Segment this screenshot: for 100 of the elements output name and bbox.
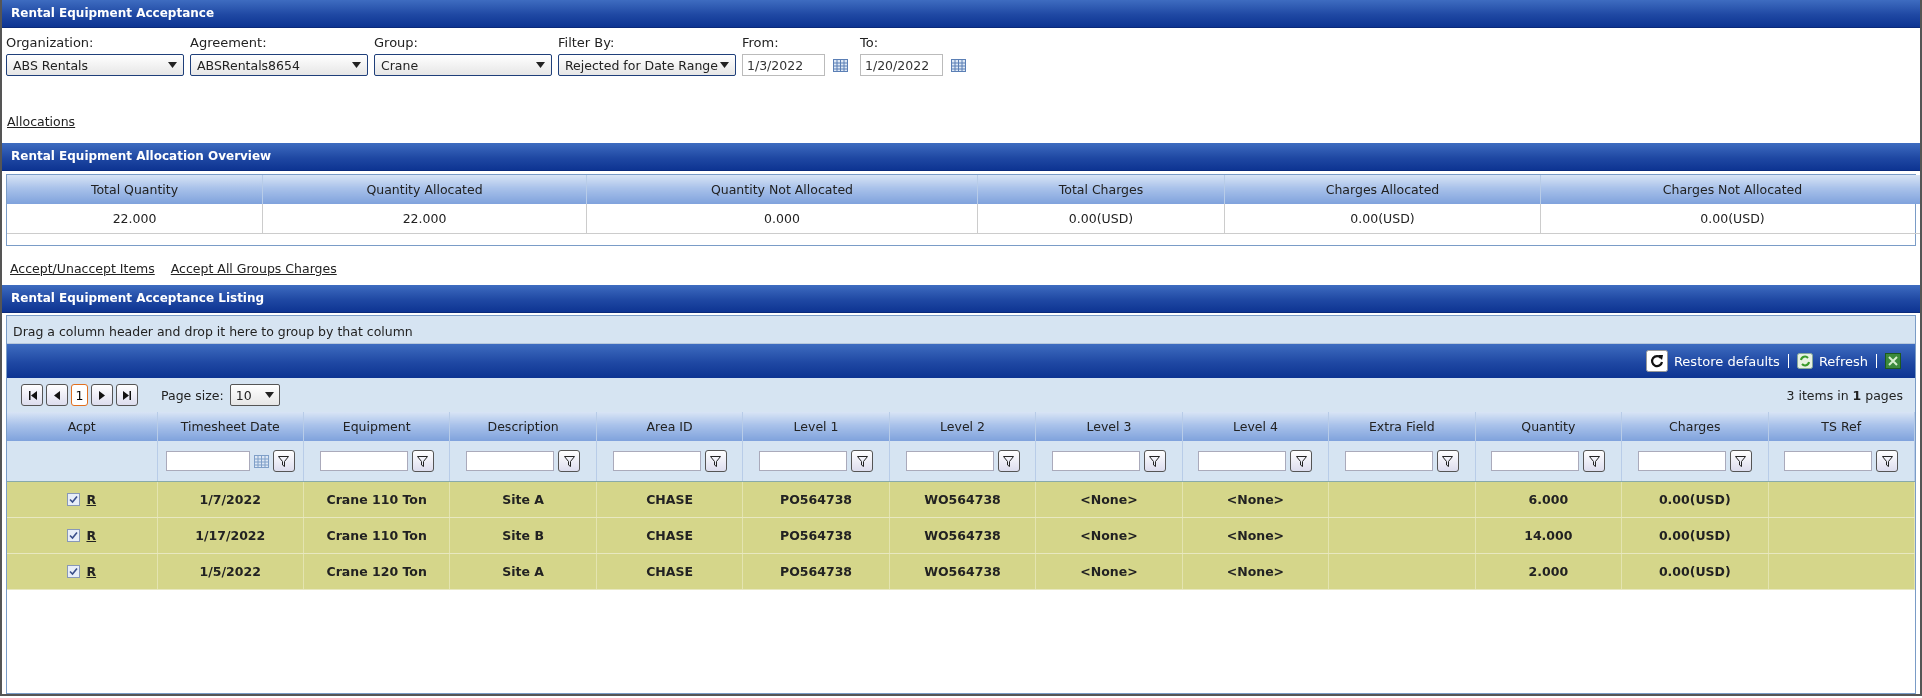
filter-field[interactable] bbox=[905, 451, 994, 471]
rejected-link[interactable]: R bbox=[86, 564, 97, 579]
filter-field[interactable] bbox=[466, 451, 555, 471]
action-link[interactable]: Accept/Unaccept Items bbox=[10, 261, 155, 276]
filter-button[interactable] bbox=[1143, 450, 1166, 472]
filter-field[interactable] bbox=[759, 451, 848, 471]
filter-field[interactable] bbox=[1637, 451, 1726, 471]
rejected-link[interactable]: R bbox=[86, 492, 97, 507]
filter-field[interactable] bbox=[319, 451, 408, 471]
dropdown[interactable]: ABS Rentals bbox=[6, 54, 184, 76]
checkbox[interactable] bbox=[67, 529, 81, 542]
table-cell: CHASE bbox=[596, 553, 743, 590]
calendar-icon[interactable] bbox=[833, 58, 848, 72]
restore-defaults-button[interactable]: Restore defaults bbox=[1645, 350, 1780, 372]
date-field[interactable]: 1/20/2022 bbox=[860, 54, 943, 76]
items-summary: 3 items in 1 pages bbox=[1786, 387, 1903, 403]
filter-button[interactable] bbox=[272, 450, 295, 472]
column-header[interactable]: Equipment bbox=[303, 412, 450, 441]
next-page-button[interactable] bbox=[91, 384, 113, 406]
filter-field[interactable] bbox=[612, 451, 701, 471]
column-header[interactable]: Acpt bbox=[7, 412, 157, 441]
table-cell: 0.00(USD) bbox=[977, 204, 1225, 234]
dropdown[interactable]: Crane bbox=[374, 54, 552, 76]
dropdown[interactable]: ABSRentals8654 bbox=[190, 54, 368, 76]
page-size-dropdown[interactable]: 10 bbox=[229, 384, 280, 406]
previous-page-button[interactable] bbox=[46, 384, 68, 406]
column-header: Charges Not Allocated bbox=[1540, 175, 1920, 204]
calendar-icon[interactable] bbox=[951, 58, 966, 72]
table-cell: 1/7/2022 bbox=[157, 481, 304, 518]
column-header[interactable]: Extra Field bbox=[1328, 412, 1476, 441]
filter-field[interactable] bbox=[1051, 451, 1140, 471]
column-header[interactable]: TS Ref bbox=[1768, 412, 1915, 441]
filter-label: Group: bbox=[374, 35, 419, 50]
filter-button[interactable] bbox=[411, 450, 434, 472]
filter-button[interactable] bbox=[997, 450, 1020, 472]
previous-icon bbox=[54, 390, 60, 400]
column-header[interactable]: Level 1 bbox=[742, 412, 890, 441]
filter-button[interactable] bbox=[851, 450, 874, 472]
filter-label: From: bbox=[742, 35, 780, 50]
filter-field[interactable] bbox=[1491, 451, 1580, 471]
first-page-button[interactable] bbox=[21, 384, 43, 406]
filter-field[interactable] bbox=[165, 451, 250, 471]
table-cell: CHASE bbox=[596, 481, 743, 518]
column-header[interactable]: Description bbox=[449, 412, 597, 441]
column-header[interactable]: Charges bbox=[1621, 412, 1768, 441]
column-header[interactable]: Level 4 bbox=[1182, 412, 1329, 441]
checkbox[interactable] bbox=[67, 493, 81, 506]
column-header[interactable]: Area ID bbox=[596, 412, 743, 441]
spreadsheet-icon[interactable] bbox=[1885, 353, 1901, 369]
filter-button[interactable] bbox=[704, 450, 727, 472]
filter-icon bbox=[1295, 455, 1307, 467]
checkbox[interactable] bbox=[67, 565, 81, 578]
filter-button[interactable] bbox=[558, 450, 581, 472]
caret-icon bbox=[720, 62, 729, 68]
dropdown[interactable]: Rejected for Date Range bbox=[558, 54, 736, 76]
section-title: Rental Equipment Allocation Overview bbox=[2, 143, 1920, 171]
rejected-link[interactable]: R bbox=[86, 528, 97, 543]
filter-icon bbox=[1003, 455, 1014, 467]
last-page-button[interactable] bbox=[116, 384, 138, 406]
table-cell: 0.00(USD) bbox=[1224, 204, 1541, 234]
table-cell: Site A bbox=[449, 553, 597, 590]
table-cell: 0.000 bbox=[586, 204, 978, 234]
date-field[interactable]: 1/3/2022 bbox=[742, 54, 825, 76]
column-header[interactable]: Level 2 bbox=[889, 412, 1036, 441]
filter-button[interactable] bbox=[1876, 450, 1899, 472]
column-header: Total Charges bbox=[977, 175, 1225, 204]
action-link[interactable]: Accept All Groups Charges bbox=[170, 261, 337, 276]
filter-field[interactable] bbox=[1198, 451, 1287, 471]
filter-button[interactable] bbox=[1436, 450, 1459, 472]
table-cell: Crane 110 Ton bbox=[303, 481, 450, 518]
filter-icon bbox=[563, 455, 575, 467]
table-cell: WO564738 bbox=[889, 553, 1036, 590]
caret-icon bbox=[536, 62, 545, 68]
table-cell: PO564738 bbox=[742, 517, 890, 554]
filter-button[interactable] bbox=[1583, 450, 1606, 472]
table-cell: Site B bbox=[449, 517, 597, 554]
filter-icon bbox=[710, 455, 722, 467]
filter-icon bbox=[1881, 455, 1893, 467]
filter-field[interactable] bbox=[1344, 451, 1433, 471]
page-number[interactable]: 1 bbox=[71, 384, 88, 406]
table-cell: 2.000 bbox=[1475, 553, 1622, 590]
column-header: Quantity Allocated bbox=[262, 175, 587, 204]
table-cell: 14.000 bbox=[1475, 517, 1622, 554]
filter-button[interactable] bbox=[1729, 450, 1752, 472]
table-cell: 0.00(USD) bbox=[1621, 517, 1768, 554]
column-header[interactable]: Quantity bbox=[1475, 412, 1622, 441]
filter-icon bbox=[278, 455, 290, 467]
column-header: Charges Allocated bbox=[1224, 175, 1541, 204]
table-cell: Site A bbox=[449, 481, 597, 518]
column-header[interactable]: Timesheet Date bbox=[157, 412, 304, 441]
filter-button[interactable] bbox=[1290, 450, 1313, 472]
column-header: Quantity Not Allocated bbox=[586, 175, 978, 204]
table-cell: <None> bbox=[1035, 553, 1183, 590]
filter-field[interactable] bbox=[1784, 451, 1873, 471]
column-header[interactable]: Level 3 bbox=[1035, 412, 1183, 441]
table-cell: WO564738 bbox=[889, 517, 1036, 554]
section-title: Rental Equipment Acceptance Listing bbox=[2, 285, 1920, 313]
refresh-button[interactable]: Refresh bbox=[1796, 353, 1868, 369]
allocations-link[interactable]: Allocations bbox=[7, 114, 76, 129]
filter-icon bbox=[856, 455, 868, 467]
